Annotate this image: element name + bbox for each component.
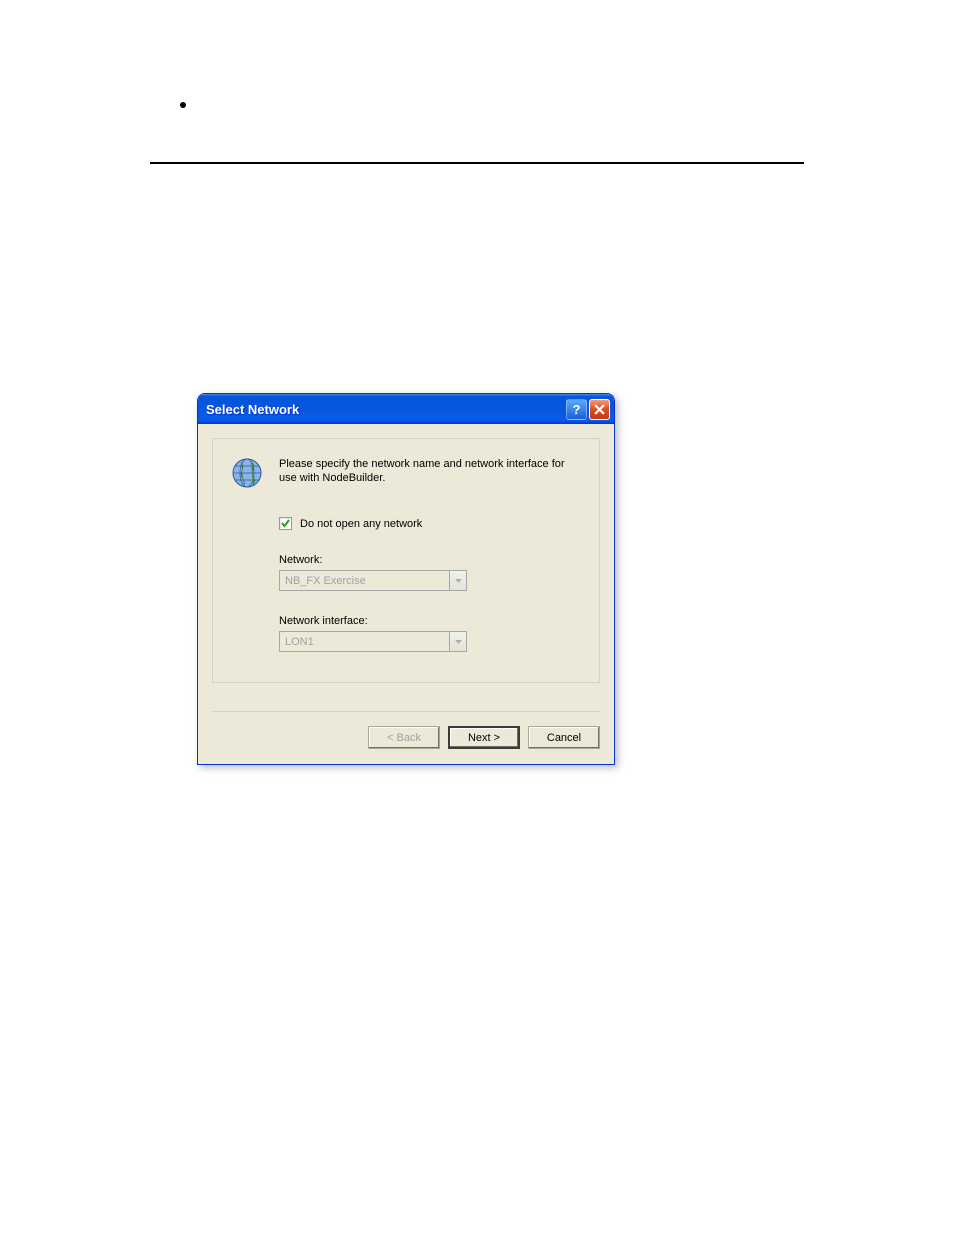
interface-dropdown-button: [449, 631, 467, 652]
page-content: [0, 0, 954, 164]
instruction-text: Please specify the network name and netw…: [279, 457, 581, 485]
window-title: Select Network: [206, 402, 564, 417]
horizontal-divider: [150, 162, 804, 164]
network-label: Network:: [279, 554, 581, 566]
globe-icon: [231, 457, 263, 489]
close-button[interactable]: [589, 399, 610, 420]
select-network-dialog: Select Network ? Please specify the netw…: [197, 393, 615, 765]
dialog-body: Please specify the network name and netw…: [198, 424, 614, 712]
back-button: < Back: [368, 726, 440, 749]
button-separator: [212, 711, 600, 712]
network-dropdown-button: [449, 570, 467, 591]
bullet-icon: [180, 102, 186, 108]
inner-panel: Please specify the network name and netw…: [212, 438, 600, 683]
close-icon: [594, 404, 605, 415]
do-not-open-checkbox-row[interactable]: Do not open any network: [279, 517, 581, 530]
chevron-down-icon: [455, 579, 462, 583]
checkbox-icon[interactable]: [279, 517, 292, 530]
interface-combo[interactable]: [279, 631, 467, 652]
checkbox-label: Do not open any network: [300, 518, 422, 530]
interface-input: [279, 631, 449, 652]
chevron-down-icon: [455, 640, 462, 644]
next-button[interactable]: Next >: [448, 726, 520, 749]
titlebar[interactable]: Select Network ?: [198, 394, 614, 424]
panel-header: Please specify the network name and netw…: [231, 457, 581, 489]
network-combo[interactable]: [279, 570, 467, 591]
bullet-list-item: [150, 100, 804, 112]
form-area: Do not open any network Network: Network…: [279, 517, 581, 652]
interface-label: Network interface:: [279, 615, 581, 627]
wizard-button-row: < Back Next > Cancel: [198, 726, 614, 763]
help-icon: ?: [573, 402, 581, 417]
network-input: [279, 570, 449, 591]
help-button[interactable]: ?: [566, 399, 587, 420]
cancel-button[interactable]: Cancel: [528, 726, 600, 749]
